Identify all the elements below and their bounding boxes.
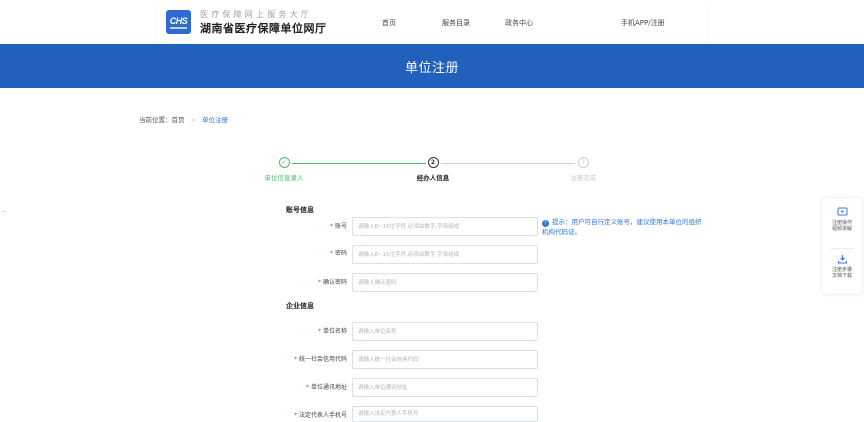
legal-phone-label: * 法定代表人手机号	[293, 412, 347, 419]
side-divider	[830, 248, 854, 249]
breadcrumb-home[interactable]: 首页	[172, 116, 185, 124]
step-label: 单位信息录入	[264, 174, 304, 182]
side-item-line2: 文档下载	[831, 273, 852, 279]
nav-home[interactable]: 首页	[382, 18, 396, 28]
unit-name-input[interactable]	[352, 322, 538, 341]
page-title: 单位注册	[404, 60, 459, 76]
address-label: * 单位通讯地址	[305, 384, 347, 391]
side-item-line2: 视频讲解	[831, 226, 852, 232]
address-input[interactable]	[352, 378, 538, 397]
section-title-account: 账号信息	[286, 206, 314, 214]
account-tip: ! 提示：用户可自行定义账号，建议使用本单位的组织 机构代码证。	[542, 217, 728, 237]
breadcrumb-separator: >	[190, 116, 196, 124]
check-icon: ✓	[278, 157, 290, 168]
step-number: 2	[427, 157, 439, 168]
confirm-password-label: * 确认密码	[317, 279, 347, 286]
unit-name-label: * 单位名称	[317, 328, 347, 335]
nav-app-register[interactable]: 手机APP/注册	[621, 18, 665, 28]
step-complete: 3 注册完成	[553, 157, 613, 182]
side-help-panel: 注册操作 视频讲解 注册步骤 文档下载	[822, 198, 862, 294]
video-tutorial-button[interactable]: 注册操作 视频讲解	[822, 207, 862, 232]
required-mark: *	[317, 328, 321, 335]
breadcrumb-prefix: 当前位置：	[139, 116, 172, 124]
section-title-enterprise: 企业信息	[286, 302, 314, 310]
page-banner: 单位注册	[0, 44, 864, 88]
info-icon: !	[542, 220, 549, 227]
step-label: 注册完成	[570, 174, 596, 182]
brand-subtitle: 医疗保障网上服务大厅	[200, 10, 312, 19]
credit-code-input[interactable]	[352, 350, 538, 369]
logo-text: CHS	[169, 15, 188, 26]
legal-phone-input[interactable]	[352, 406, 538, 422]
required-mark: *	[293, 412, 297, 419]
required-mark: *	[305, 384, 309, 391]
account-input[interactable]	[352, 217, 538, 236]
breadcrumb-current: 单位注册	[201, 116, 228, 124]
breadcrumb: 当前位置：首页 > 单位注册	[139, 114, 228, 124]
edge-mark	[4, 211, 5, 212]
video-icon	[837, 207, 847, 216]
password-label: * 密码	[329, 250, 347, 257]
required-mark: *	[317, 279, 321, 286]
tip-line2: 机构代码证。	[542, 228, 581, 236]
logo-underline	[170, 26, 187, 29]
account-label: * 账号	[329, 223, 347, 230]
step-unit-info: ✓ 单位信息录入	[254, 157, 314, 182]
doc-download-button[interactable]: 注册步骤 文档下载	[822, 254, 862, 279]
nav-service-catalog[interactable]: 服务目录	[442, 18, 470, 28]
download-icon	[837, 255, 847, 264]
required-mark: *	[329, 250, 333, 257]
credit-code-label: * 统一社会信用代码	[293, 356, 347, 363]
step-handler-info: 2 经办人信息	[403, 157, 463, 182]
step-label: 经办人信息	[416, 174, 450, 182]
brand-title: 湖南省医疗保障单位网厅	[200, 22, 327, 35]
nav-gov-center[interactable]: 政务中心	[505, 18, 533, 28]
required-mark: *	[329, 223, 333, 230]
chs-logo[interactable]: CHS	[166, 10, 191, 34]
required-mark: *	[293, 356, 297, 363]
step-number: 3	[577, 157, 589, 168]
header: CHS 医疗保障网上服务大厅 湖南省医疗保障单位网厅 首页 服务目录 政务中心 …	[158, 0, 706, 44]
password-input[interactable]	[352, 245, 538, 264]
confirm-password-input[interactable]	[352, 273, 538, 292]
tip-line1: 提示：用户可自行定义账号，建议使用本单位的组织	[552, 218, 702, 226]
